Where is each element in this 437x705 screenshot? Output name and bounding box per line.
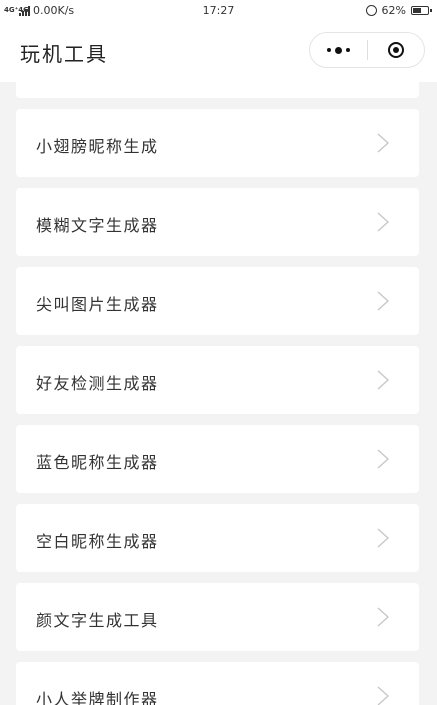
list-item-label: 好友检测生成器 [36, 374, 159, 393]
more-dots-icon [345, 48, 350, 52]
list-item-1[interactable]: 小翅膀昵称生成 [16, 109, 419, 177]
chevron-right-icon [377, 607, 390, 627]
list-item-label: 模糊文字生成器 [36, 216, 159, 235]
list-item-6[interactable]: 空白昵称生成器 [16, 504, 419, 572]
battery-icon [411, 6, 432, 15]
page-title: 玩机工具 [20, 42, 108, 66]
list-item-label: 空白昵称生成器 [36, 532, 159, 551]
list-item-3[interactable]: 尖叫图片生成器 [16, 267, 419, 335]
chevron-right-icon [377, 528, 390, 548]
chevron-right-icon [377, 686, 390, 705]
battery-fill [413, 8, 421, 13]
more-dots-icon [326, 48, 331, 52]
more-dots-icon [334, 46, 342, 54]
status-right: 62% [365, 4, 432, 17]
more-button[interactable] [310, 33, 367, 67]
tool-list: 小翅膀昵称生成 模糊文字生成器 尖叫图片生成器 好友检测生成器 蓝色昵称生成器 … [16, 82, 419, 705]
chevron-right-icon [377, 449, 390, 469]
list-item-label: 蓝色昵称生成器 [36, 453, 159, 472]
navigation-bar: 玩机工具 [0, 22, 437, 82]
list-item-8[interactable]: 小人举牌制作器 [16, 662, 419, 705]
close-button[interactable] [367, 33, 424, 67]
mini-program-capsule [309, 32, 425, 68]
app-screen: 4G⁺4G 0.00K/s 17:27 62% 玩机工具 小翅膀昵称生成 模糊文… [0, 0, 437, 705]
battery-percent: 62% [381, 4, 406, 17]
list-item-label: 小人举牌制作器 [36, 690, 159, 705]
chevron-right-icon [377, 291, 390, 311]
alarm-clock-icon [365, 5, 377, 16]
chevron-right-icon [377, 370, 390, 390]
list-item-partial [16, 82, 419, 98]
close-target-icon [387, 42, 404, 58]
list-item-label: 小翅膀昵称生成 [36, 137, 159, 156]
list-item-4[interactable]: 好友检测生成器 [16, 346, 419, 414]
status-bar: 4G⁺4G 0.00K/s 17:27 62% [0, 0, 437, 22]
list-item-5[interactable]: 蓝色昵称生成器 [16, 425, 419, 493]
list-item-label: 颜文字生成工具 [36, 611, 159, 630]
list-item-label: 尖叫图片生成器 [36, 295, 159, 314]
chevron-right-icon [377, 212, 390, 232]
chevron-right-icon [377, 133, 390, 153]
list-item-2[interactable]: 模糊文字生成器 [16, 188, 419, 256]
list-item-7[interactable]: 颜文字生成工具 [16, 583, 419, 651]
